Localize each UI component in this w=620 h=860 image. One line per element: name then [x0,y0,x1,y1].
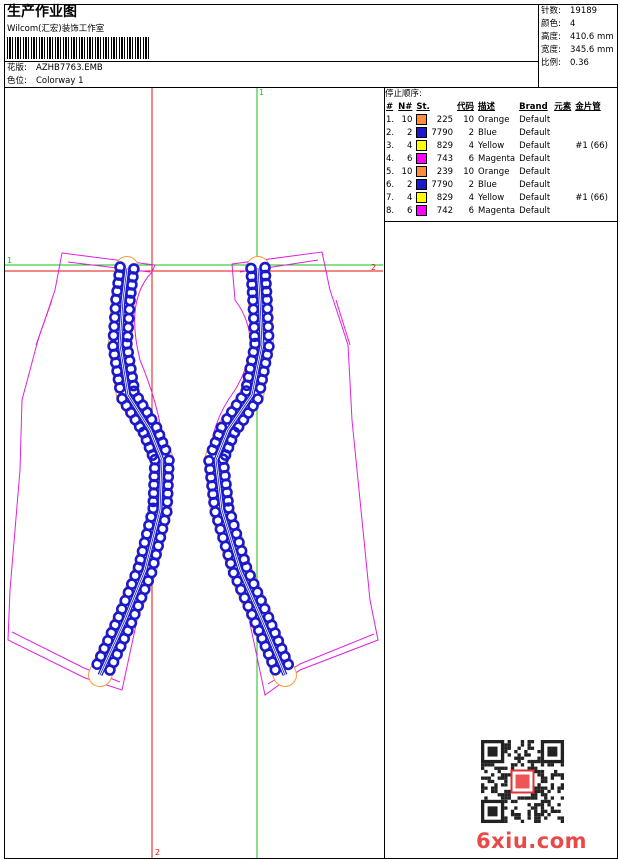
design-preview: 1 2 1 2 [5,88,565,858]
left-panel-outline [7,252,166,691]
right-panel-outline [208,251,379,696]
guide-label-h2: 2 [371,263,376,272]
left-embroidery-band [88,256,175,687]
guide-label-v2: 2 [155,848,160,857]
right-embroidery-band [203,256,297,687]
qr-code [481,740,565,824]
watermark-logo: 6xiu.com [476,829,588,853]
guide-label-h1: 1 [7,256,12,265]
guide-label-v1: 1 [259,88,264,97]
